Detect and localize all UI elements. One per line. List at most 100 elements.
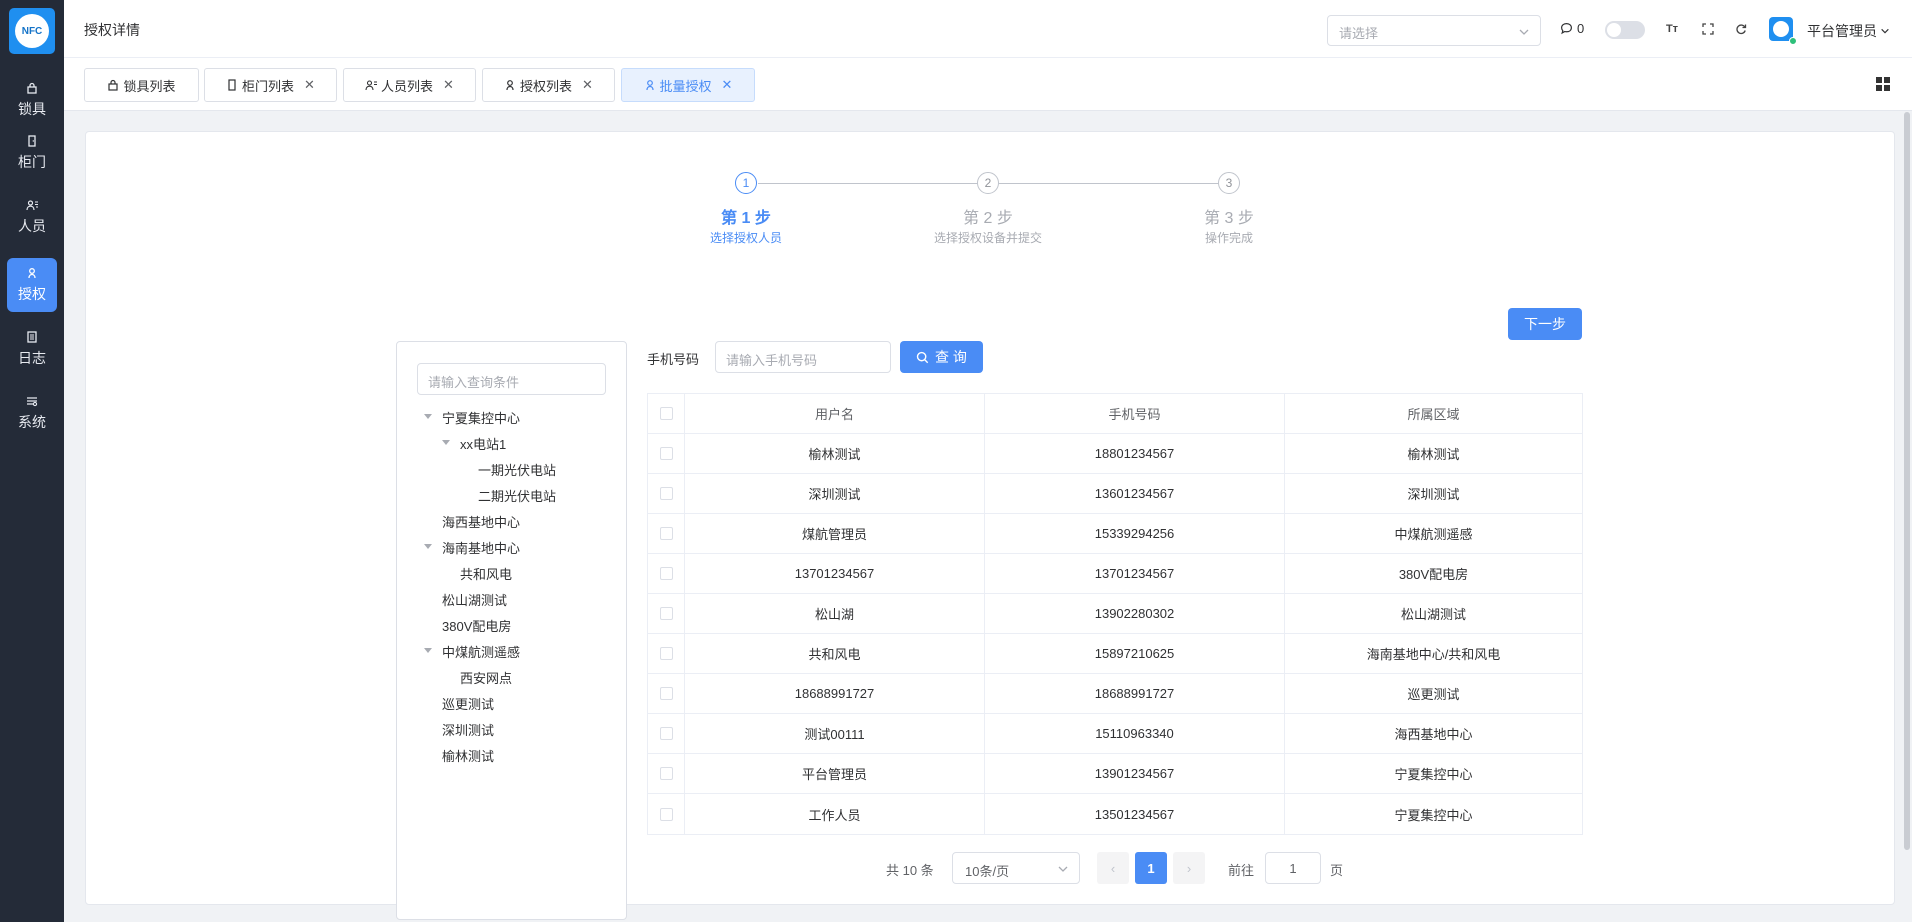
- row-checkbox[interactable]: [659, 487, 673, 500]
- tree-node[interactable]: 深圳测试: [442, 720, 494, 739]
- theme-toggle[interactable]: [1605, 21, 1645, 39]
- tree-node[interactable]: 榆林测试: [442, 746, 494, 765]
- goto-page-input[interactable]: 1: [1265, 852, 1321, 884]
- sidebar-item-door[interactable]: 柜门: [7, 126, 57, 180]
- row-checkbox[interactable]: [659, 687, 673, 700]
- sidebar-item-log[interactable]: 日志: [7, 322, 57, 376]
- row-checkbox[interactable]: [659, 807, 673, 821]
- row-checkbox[interactable]: [659, 527, 673, 540]
- table-row[interactable]: 共和风电 15897210625 海南基地中心/共和风电: [648, 634, 1582, 674]
- tree-node[interactable]: 二期光伏电站: [478, 486, 556, 505]
- step-1-title: 第 1 步: [721, 210, 771, 227]
- sidebar-item-system[interactable]: 系统: [7, 386, 57, 440]
- tree-expand-icon[interactable]: [424, 648, 432, 653]
- page-size-value: 10条/页: [965, 864, 1010, 879]
- tab-user-list[interactable]: 人员列表 ✕: [343, 68, 476, 102]
- page-title: 授权详情: [84, 22, 140, 38]
- page-number-current[interactable]: 1: [1135, 852, 1167, 884]
- tab-lock-list[interactable]: 锁具列表: [84, 68, 199, 102]
- row-checkbox[interactable]: [659, 607, 673, 620]
- table-row[interactable]: 测试00111 15110963340 海西基地中心: [648, 714, 1582, 754]
- row-checkbox[interactable]: [659, 567, 673, 580]
- log-icon: [27, 330, 37, 343]
- phone-input[interactable]: 请输入手机号码: [715, 341, 891, 373]
- goto-label: 前往: [1228, 863, 1255, 878]
- logo-text: NFC: [21, 25, 43, 37]
- close-icon[interactable]: ✕: [304, 77, 315, 93]
- header-select[interactable]: 请选择: [1327, 15, 1541, 46]
- row-checkbox[interactable]: [659, 767, 673, 780]
- tree-node[interactable]: 海南基地中心: [442, 538, 520, 557]
- sidebar-item-label: 授权: [18, 285, 46, 302]
- table-row[interactable]: 13701234567 13701234567 380V配电房: [648, 554, 1582, 594]
- font-size-icon[interactable]: Tт: [1664, 21, 1680, 37]
- tree-node[interactable]: 380V配电房: [442, 616, 511, 635]
- user-table: 用户名 手机号码 所属区域 榆林测试 18801234567 榆林测试 深圳测试…: [647, 393, 1583, 835]
- row-checkbox[interactable]: [659, 727, 673, 740]
- tree-node[interactable]: 一期光伏电站: [478, 460, 556, 479]
- prev-page-button[interactable]: ‹: [1097, 852, 1129, 884]
- avatar[interactable]: [1769, 17, 1797, 45]
- tree-search-input[interactable]: 请输入查询条件: [417, 363, 606, 395]
- tree-expand-icon[interactable]: [424, 544, 432, 549]
- tree-node[interactable]: 共和风电: [460, 564, 512, 583]
- refresh-icon[interactable]: [1733, 21, 1749, 37]
- app-logo[interactable]: NFC: [9, 8, 55, 54]
- select-all-checkbox[interactable]: [659, 407, 673, 420]
- tree-node[interactable]: 中煤航测遥感: [442, 642, 520, 661]
- table-row[interactable]: 18688991727 18688991727 巡更测试: [648, 674, 1582, 714]
- cell-username: 测试00111: [685, 714, 985, 753]
- chat-icon: [1561, 23, 1572, 35]
- tab-label: 人员列表: [381, 78, 434, 94]
- next-page-button[interactable]: ›: [1173, 852, 1205, 884]
- sidebar-item-users[interactable]: 人员: [7, 190, 57, 244]
- fullscreen-icon[interactable]: [1700, 21, 1716, 37]
- tree-expand-icon[interactable]: [442, 440, 450, 445]
- tab-batch-auth[interactable]: 批量授权 ✕: [621, 68, 755, 102]
- sidebar-item-label: 人员: [18, 217, 46, 234]
- tree-expand-icon[interactable]: [424, 414, 432, 419]
- table-row[interactable]: 松山湖 13902280302 松山湖测试: [648, 594, 1582, 634]
- tree-node[interactable]: xx电站1: [460, 434, 506, 453]
- step-2-desc: 选择授权设备并提交: [933, 231, 1042, 245]
- grid-menu-icon[interactable]: [1876, 77, 1890, 91]
- chevron-down-icon: [1058, 866, 1068, 872]
- phone-label: 手机号码: [647, 352, 700, 367]
- message-indicator[interactable]: 0: [1560, 21, 1584, 36]
- tree-node[interactable]: 海西基地中心: [442, 512, 520, 531]
- vertical-scrollbar[interactable]: [1904, 112, 1910, 850]
- tab-door-list[interactable]: 柜门列表 ✕: [204, 68, 337, 102]
- row-checkbox[interactable]: [659, 647, 673, 660]
- close-icon[interactable]: ✕: [582, 77, 593, 93]
- tab-auth-list[interactable]: 授权列表 ✕: [482, 68, 615, 102]
- close-icon[interactable]: ✕: [443, 77, 454, 93]
- table-row[interactable]: 煤航管理员 15339294256 中煤航测遥感: [648, 514, 1582, 554]
- pagination: 共 10 条 10条/页 ‹ 1 › 前往 1 页: [86, 852, 1894, 884]
- lock-icon: [108, 79, 119, 91]
- sidebar-item-label: 柜门: [18, 153, 46, 170]
- user-menu[interactable]: 平台管理员: [1807, 21, 1890, 41]
- tree-node[interactable]: 西安网点: [460, 668, 512, 687]
- table-row[interactable]: 榆林测试 18801234567 榆林测试: [648, 434, 1582, 474]
- tree-node[interactable]: 宁夏集控中心: [442, 408, 520, 427]
- tree-node[interactable]: 松山湖测试: [442, 590, 507, 609]
- tab-label: 柜门列表: [242, 78, 295, 94]
- query-button[interactable]: 查 询: [900, 341, 983, 373]
- tab-label: 批量授权: [659, 78, 712, 94]
- header-select-placeholder: 请选择: [1339, 26, 1379, 41]
- sidebar-item-label: 系统: [18, 413, 46, 430]
- key-icon: [28, 267, 36, 278]
- sidebar-item-lock[interactable]: 锁具: [7, 73, 57, 127]
- table-row[interactable]: 深圳测试 13601234567 深圳测试: [648, 474, 1582, 514]
- next-step-button[interactable]: 下一步: [1508, 308, 1582, 340]
- row-checkbox[interactable]: [659, 447, 673, 460]
- table-row[interactable]: 工作人员 13501234567 宁夏集控中心: [648, 794, 1582, 834]
- close-icon[interactable]: ✕: [722, 77, 733, 93]
- column-header: 手机号码: [985, 394, 1285, 433]
- chevron-down-icon: [1519, 29, 1529, 35]
- page-size-select[interactable]: 10条/页: [952, 852, 1080, 884]
- tree-node[interactable]: 巡更测试: [442, 694, 494, 713]
- cell-phone: 15339294256: [985, 514, 1285, 553]
- table-row[interactable]: 平台管理员 13901234567 宁夏集控中心: [648, 754, 1582, 794]
- sidebar-item-authorize[interactable]: 授权: [7, 258, 57, 312]
